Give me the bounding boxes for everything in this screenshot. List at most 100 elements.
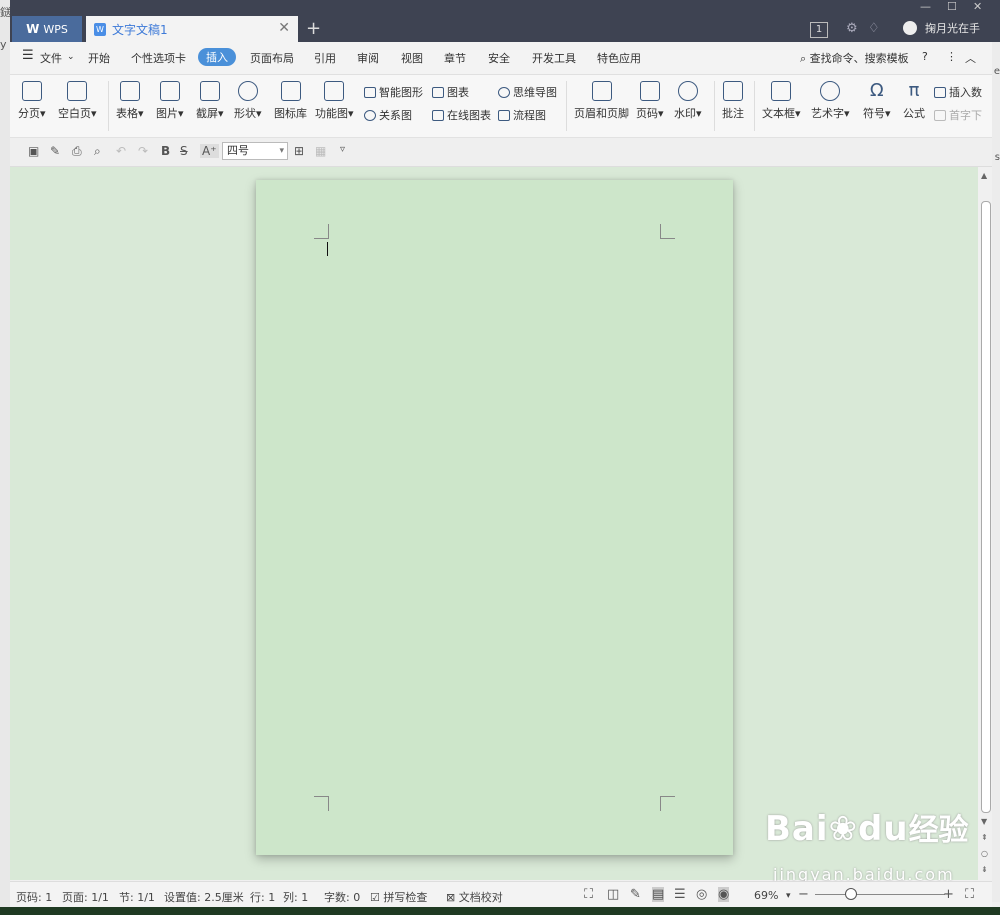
menu-page-layout[interactable]: 页面布局 — [250, 50, 294, 66]
reading-mode-icon[interactable]: ◫ — [607, 887, 619, 902]
minimize-icon[interactable]: — — [920, 0, 931, 13]
collapse-ribbon-icon[interactable]: ︿ — [965, 50, 976, 66]
undo-icon[interactable]: ↶ — [116, 144, 126, 158]
avatar[interactable] — [903, 21, 917, 35]
command-search[interactable]: ⌕ 查找命令、搜索模板 — [800, 50, 909, 66]
menu-security[interactable]: 安全 — [488, 50, 510, 66]
menu-special[interactable]: 特色应用 — [597, 50, 641, 66]
online-chart-button[interactable]: 在线图表 — [432, 107, 491, 123]
menu-developer[interactable]: 开发工具 — [532, 50, 576, 66]
strikethrough-icon[interactable]: S̶ — [180, 144, 188, 158]
close-tab-icon[interactable]: ✕ — [278, 20, 290, 36]
web-view-icon[interactable]: ◎ — [696, 887, 707, 902]
font-size-select[interactable]: 四号 ▾ — [222, 142, 288, 160]
menu-view[interactable]: 视图 — [401, 50, 423, 66]
close-window-icon[interactable]: ✕ — [973, 0, 982, 13]
smart-graphic-button[interactable]: 智能图形 — [364, 84, 423, 100]
hamburger-icon[interactable]: ☰ — [22, 48, 34, 63]
menu-references[interactable]: 引用 — [314, 50, 336, 66]
format-painter-icon[interactable]: ✎ — [50, 144, 60, 158]
more-icon[interactable]: ⋮ — [946, 50, 957, 63]
font-grow-icon[interactable]: A⁺ — [200, 144, 219, 158]
window-count-badge[interactable]: 1 — [810, 22, 828, 38]
bold-button[interactable]: B — [161, 144, 170, 158]
scroll-thumb[interactable] — [981, 201, 991, 813]
maximize-icon[interactable]: ☐ — [947, 0, 957, 13]
fullscreen-icon[interactable]: ⛶ — [584, 887, 593, 902]
zoom-level[interactable]: 69% — [754, 889, 778, 902]
next-page-icon[interactable]: ⇟ — [981, 865, 988, 874]
mind-map-button[interactable]: 思维导图 — [498, 84, 557, 100]
redo-icon[interactable]: ↷ — [138, 144, 148, 158]
help-icon[interactable]: ? — [922, 50, 928, 63]
function-chart-button[interactable]: 功能图▾ — [315, 81, 354, 121]
title-bar: W WPS W 文字文稿1 ✕ + 1 ⚙ ♢ 掬月光在手 — ☐ ✕ — [10, 0, 1000, 42]
table-grid-icon[interactable]: ▦ — [315, 144, 326, 158]
edit-mode-icon[interactable]: ✎ — [630, 887, 641, 902]
page-view-icon[interactable]: ▤ — [652, 887, 665, 902]
zoom-out-icon[interactable]: − — [798, 887, 809, 902]
icon-library-button[interactable]: 图标库 — [274, 81, 307, 121]
shirt-icon[interactable]: ♢ — [868, 21, 880, 36]
char-border-icon[interactable]: ⊞ — [294, 144, 304, 158]
outline-view-icon[interactable]: ☰ — [674, 887, 686, 902]
blank-page-button[interactable]: 空白页▾ — [58, 81, 97, 121]
insert-number-button[interactable]: 插入数 — [934, 84, 982, 100]
skin-icon[interactable]: ⚙ — [846, 21, 858, 36]
page-break-button[interactable]: 分页▾ — [18, 81, 46, 121]
document-tab[interactable]: W 文字文稿1 ✕ — [86, 16, 298, 42]
status-word-count[interactable]: 字数: 0 — [324, 889, 360, 905]
menu-custom-tabs[interactable]: 个性选项卡 — [131, 50, 186, 66]
drop-cap-button[interactable]: 首字下 — [934, 107, 982, 123]
text-box-icon — [771, 81, 792, 101]
spell-check-button[interactable]: ☑ 拼写检查 — [370, 889, 427, 905]
status-pages[interactable]: 页面: 1/1 — [62, 889, 109, 905]
doc-proof-button[interactable]: ⊠ 文档校对 — [446, 889, 503, 905]
chevron-down-icon[interactable]: ▾ — [786, 891, 791, 901]
print-preview-icon[interactable]: ⌕ — [94, 144, 101, 159]
eye-protection-icon[interactable]: ◉ — [718, 887, 730, 902]
menu-home[interactable]: 开始 — [88, 50, 110, 66]
table-icon — [119, 81, 140, 101]
status-page-number[interactable]: 页码: 1 — [16, 889, 52, 905]
document-page[interactable] — [256, 180, 733, 855]
zoom-slider[interactable] — [815, 894, 945, 895]
header-footer-button[interactable]: 页眉和页脚 — [574, 81, 629, 121]
menu-review[interactable]: 审阅 — [357, 50, 379, 66]
zoom-slider-handle[interactable] — [845, 888, 857, 900]
chart-button[interactable]: 图表 — [432, 84, 469, 100]
save-icon[interactable]: ▣ — [28, 144, 39, 158]
text-box-button[interactable]: 文本框▾ — [762, 81, 801, 121]
comment-button[interactable]: 批注 — [722, 81, 744, 121]
username[interactable]: 掬月光在手 — [925, 20, 980, 36]
prev-page-icon[interactable]: ⇞ — [981, 833, 988, 842]
blank-page-label: 空白页 — [58, 107, 91, 120]
screenshot-button[interactable]: 截屏▾ — [196, 81, 224, 121]
flowchart-button[interactable]: 流程图 — [498, 107, 546, 123]
scroll-up-icon[interactable]: ▲ — [981, 171, 987, 180]
formula-button[interactable]: π 公式 — [903, 81, 925, 121]
chevron-down-icon[interactable]: ⌄ — [67, 52, 75, 62]
scroll-down-icon[interactable]: ▼ — [981, 817, 987, 826]
status-setting[interactable]: 设置值: 2.5厘米 — [164, 889, 244, 905]
print-icon[interactable]: ⎙ — [72, 144, 82, 159]
table-button[interactable]: 表格▾ — [116, 81, 144, 121]
word-art-button[interactable]: 艺术字▾ — [811, 81, 850, 121]
menu-chapter[interactable]: 章节 — [444, 50, 466, 66]
symbol-button[interactable]: Ω 符号▾ — [863, 81, 891, 121]
shape-button[interactable]: 形状▾ — [234, 81, 262, 121]
status-section[interactable]: 节: 1/1 — [119, 889, 155, 905]
page-number-button[interactable]: 页码▾ — [636, 81, 664, 121]
customize-toolbar-icon[interactable]: ▿ — [340, 144, 345, 155]
watermark-button[interactable]: 水印▾ — [674, 81, 702, 121]
new-tab-button[interactable]: + — [306, 18, 321, 39]
fit-page-icon[interactable]: ⛶ — [965, 887, 974, 902]
picture-button[interactable]: 图片▾ — [156, 81, 184, 121]
select-browse-icon[interactable]: ○ — [981, 849, 988, 858]
relation-chart-button[interactable]: 关系图 — [364, 107, 412, 123]
zoom-in-icon[interactable]: + — [943, 887, 954, 902]
vertical-scrollbar[interactable]: ▲ ▼ ⇞ ○ ⇟ — [978, 167, 992, 880]
menu-insert[interactable]: 插入 — [198, 48, 236, 66]
wps-home-tab[interactable]: W WPS — [12, 16, 82, 42]
menu-file[interactable]: 文件 — [40, 50, 62, 66]
